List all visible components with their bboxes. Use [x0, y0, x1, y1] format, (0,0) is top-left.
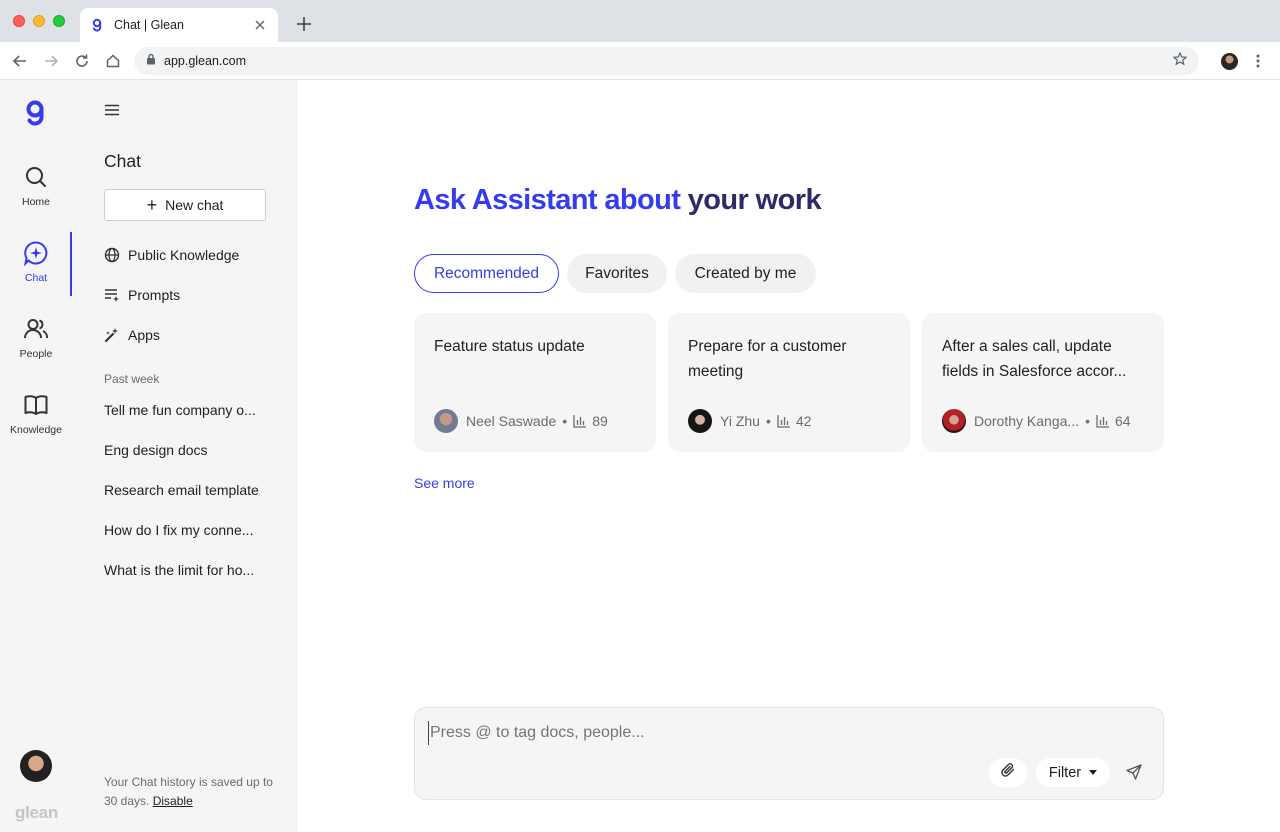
see-more-link[interactable]: See more — [414, 475, 475, 491]
new-tab-icon[interactable] — [294, 14, 314, 34]
app-rail: Home Chat People Knowledge glean — [0, 80, 72, 832]
card-title: Prepare for a customer meeting — [688, 338, 847, 380]
star-icon[interactable] — [1172, 51, 1188, 71]
back-icon[interactable] — [10, 51, 30, 71]
card-usage-count: 42 — [795, 413, 812, 429]
window-maximize-button[interactable] — [53, 15, 65, 27]
avatar — [688, 409, 712, 433]
rail-label: People — [19, 348, 53, 360]
history-item[interactable]: Tell me fun company o... — [104, 402, 274, 418]
prompts-icon — [104, 287, 120, 303]
avatar[interactable] — [20, 750, 52, 782]
title-tail: your work — [687, 184, 822, 216]
avatar — [942, 409, 966, 433]
prompt-card[interactable]: Prepare for a customer meeting Yi Zhu • … — [668, 313, 910, 452]
sidebar-item-public-knowledge[interactable]: Public Knowledge — [104, 243, 239, 267]
bar-chart-icon — [777, 414, 791, 428]
forward-icon[interactable] — [41, 51, 61, 71]
separator-dot: • — [562, 413, 568, 429]
rail-item-knowledge[interactable]: Knowledge — [0, 392, 72, 456]
url-text: app.glean.com — [164, 54, 247, 68]
history-retention-note: Your Chat history is saved up to 30 days… — [104, 773, 274, 811]
lock-icon — [146, 52, 156, 70]
rail-item-home[interactable]: Home — [0, 164, 72, 228]
disable-history-link[interactable]: Disable — [153, 794, 193, 808]
separator-dot: • — [1085, 413, 1090, 429]
window-minimize-button[interactable] — [33, 15, 45, 27]
globe-icon — [104, 247, 120, 263]
bar-chart-icon — [1096, 414, 1110, 428]
card-meta: Dorothy Kanga... • 64 — [942, 409, 1131, 433]
glean-wordmark: glean — [15, 803, 58, 822]
sidebar-item-label: Apps — [128, 327, 160, 343]
reload-icon[interactable] — [72, 51, 92, 71]
history-section-label: Past week — [104, 372, 160, 386]
rail-item-people[interactable]: People — [0, 316, 72, 380]
plus-icon: + — [146, 195, 158, 215]
apps-icon — [104, 327, 120, 343]
card-author: Yi Zhu — [720, 413, 760, 429]
bar-chart-icon — [573, 414, 587, 428]
send-icon[interactable] — [1123, 761, 1145, 783]
browser-profile-avatar[interactable] — [1221, 53, 1238, 70]
new-chat-button[interactable]: + New chat — [104, 189, 266, 221]
sidebar-item-prompts[interactable]: Prompts — [104, 283, 180, 307]
prompt-card[interactable]: After a sales call, update fields in Sal… — [922, 313, 1164, 452]
card-title: After a sales call, update fields in Sal… — [942, 338, 1127, 380]
filter-button[interactable]: Filter — [1036, 758, 1110, 787]
sidebar-item-apps[interactable]: Apps — [104, 323, 160, 347]
card-author: Dorothy Kanga... — [974, 413, 1080, 429]
book-icon — [23, 392, 49, 418]
separator-dot: • — [765, 413, 771, 429]
hamburger-menu-icon[interactable] — [104, 102, 120, 118]
title-highlight: Ask Assistant about — [414, 184, 688, 216]
filter-label: Filter — [1048, 764, 1082, 781]
search-icon — [23, 164, 49, 190]
history-item[interactable]: Eng design docs — [104, 442, 274, 458]
rail-label: Chat — [24, 272, 48, 284]
attach-button[interactable] — [989, 758, 1027, 787]
paperclip-icon — [1000, 762, 1016, 783]
chat-input[interactable] — [428, 721, 1128, 745]
tab-recommended[interactable]: Recommended — [414, 254, 559, 293]
menu-dots-icon[interactable] — [1248, 51, 1268, 71]
home-icon[interactable] — [103, 51, 123, 71]
new-chat-label: New chat — [165, 197, 224, 213]
prompt-card[interactable]: Feature status update Neel Saswade • 89 — [414, 313, 656, 452]
tab-close-icon[interactable] — [252, 17, 268, 33]
rail-label: Knowledge — [10, 424, 62, 436]
rail-item-chat[interactable]: Chat — [0, 240, 72, 304]
browser-tab[interactable]: Chat | Glean — [80, 8, 278, 42]
sidebar-item-label: Public Knowledge — [128, 247, 240, 263]
sidebar-title: Chat — [104, 151, 141, 171]
card-meta: Yi Zhu • 42 — [688, 409, 811, 433]
card-usage-count: 89 — [592, 413, 608, 429]
card-author: Neel Saswade — [466, 413, 557, 429]
card-meta: Neel Saswade • 89 — [434, 409, 608, 433]
card-title: Feature status update — [434, 338, 585, 355]
address-bar[interactable]: app.glean.com — [134, 47, 1199, 75]
people-icon — [23, 316, 49, 342]
window-close-button[interactable] — [13, 15, 25, 27]
page-title: Ask Assistant about your work — [414, 184, 822, 217]
glean-logo-icon[interactable] — [22, 98, 50, 128]
chat-sidebar: Chat + New chat Public Knowledge Prompts… — [72, 80, 298, 832]
tab-favorites[interactable]: Favorites — [567, 254, 667, 293]
browser-tab-bar: Chat | Glean — [0, 0, 1280, 42]
history-item[interactable]: How do I fix my conne... — [104, 522, 274, 538]
rail-label: Home — [21, 196, 50, 208]
chat-sparkle-icon — [23, 240, 49, 266]
caret-down-icon — [1089, 770, 1098, 775]
history-item[interactable]: Research email template — [104, 482, 274, 498]
chat-composer: Filter — [414, 707, 1164, 800]
history-item[interactable]: What is the limit for ho... — [104, 562, 274, 578]
sidebar-item-label: Prompts — [128, 287, 181, 303]
glean-favicon-icon — [90, 18, 104, 32]
tab-created-by-me[interactable]: Created by me — [675, 254, 816, 293]
browser-toolbar: app.glean.com — [0, 42, 1280, 80]
tab-title: Chat | Glean — [114, 18, 184, 32]
avatar — [434, 409, 458, 433]
card-usage-count: 64 — [1114, 413, 1131, 429]
